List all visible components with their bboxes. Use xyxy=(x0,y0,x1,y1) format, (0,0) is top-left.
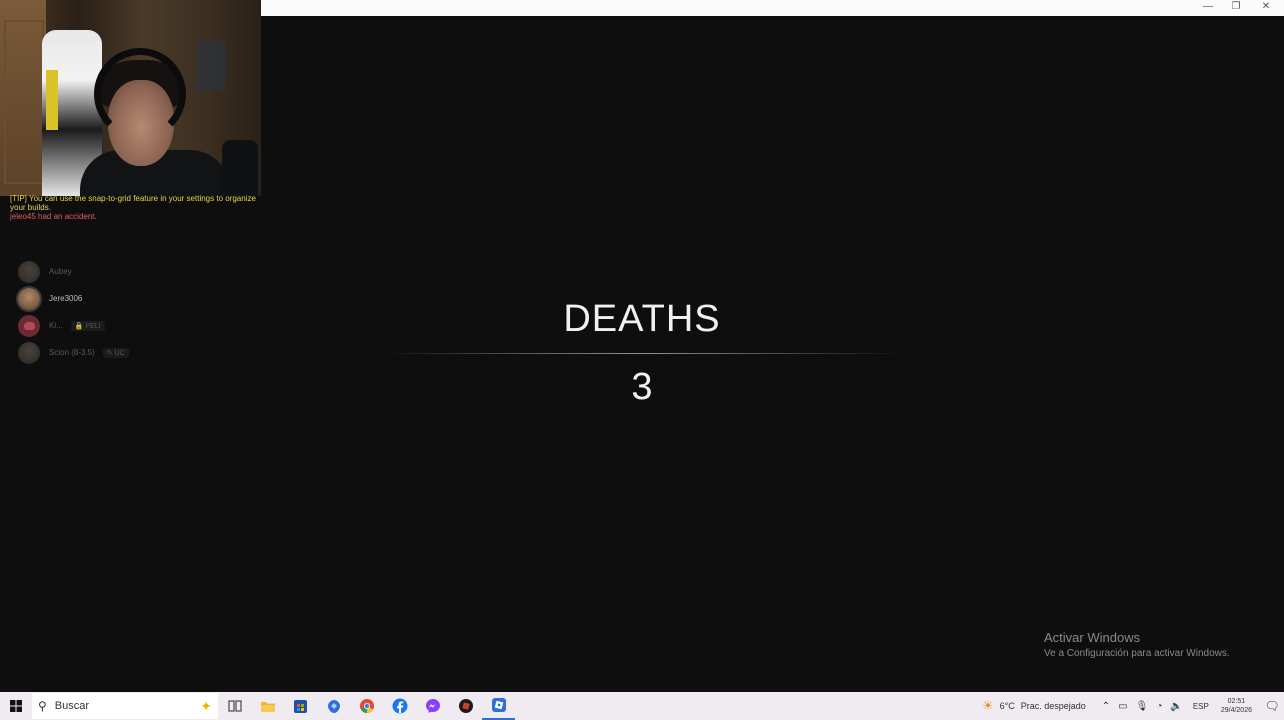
webcam-overlay xyxy=(0,0,261,196)
avatar xyxy=(18,341,40,364)
voice-member: Scion (8-3.5) ✎ UC xyxy=(18,339,129,366)
stat-value: 3 xyxy=(631,366,653,408)
task-view-icon[interactable] xyxy=(218,692,251,720)
voice-member-name: Ki... xyxy=(49,321,63,330)
voice-member-name: Aubey xyxy=(49,267,72,276)
battery-icon[interactable]: ▭ xyxy=(1118,701,1127,712)
discord-icon xyxy=(18,314,40,337)
roblox-studio-icon[interactable] xyxy=(449,692,482,720)
microphone-icon[interactable]: 🎙 xyxy=(1136,701,1149,712)
weather-widget[interactable]: ☀ 6°C Prac. despejado xyxy=(982,698,1086,714)
clock[interactable]: 02:51 29/4/2026 xyxy=(1221,697,1252,715)
copilot-icon[interactable] xyxy=(317,692,350,720)
voice-channel-overlay: Aubey Jere3006 Ki... 🔒 PELI Scion (8-3.5… xyxy=(18,258,129,366)
file-explorer-icon[interactable] xyxy=(251,692,284,720)
facebook-icon[interactable] xyxy=(383,692,416,720)
search-icon: ⚲ xyxy=(38,699,47,713)
chevron-up-icon[interactable]: ⌃ xyxy=(1102,701,1110,712)
language-indicator[interactable]: ESP xyxy=(1193,702,1209,711)
voice-member-name: Jere3006 xyxy=(49,294,83,303)
taskbar-search[interactable]: ⚲ Buscar ✦ xyxy=(32,693,218,719)
voice-member-name: Scion (8-3.5) xyxy=(49,348,95,357)
search-placeholder: Buscar xyxy=(54,700,90,712)
watermark-title: Activar Windows xyxy=(1044,630,1141,645)
stat-title: DEATHS xyxy=(563,298,721,340)
chrome-icon[interactable] xyxy=(350,692,383,720)
voice-member: Ki... 🔒 PELI xyxy=(18,312,129,339)
windows-logo-icon xyxy=(10,700,22,712)
avatar xyxy=(18,287,40,310)
minimize-button[interactable]: — xyxy=(1194,0,1222,14)
search-highlight-icon: ✦ xyxy=(200,697,212,714)
game-chat: [TIP] You can use the snap-to-grid featu… xyxy=(10,194,265,221)
watermark-subtitle: Ve a Configuración para activar Windows. xyxy=(1044,648,1230,659)
webcam-background-door xyxy=(0,0,48,196)
weather-icon: ☀ xyxy=(981,698,994,713)
volume-icon[interactable]: 🔈 xyxy=(1170,701,1182,712)
clock-time: 02:51 xyxy=(1227,698,1246,705)
stat-divider xyxy=(382,353,902,354)
weather-temp: 6°C xyxy=(999,701,1015,711)
webcam-headset xyxy=(94,48,186,140)
restore-button[interactable]: ❐ xyxy=(1222,0,1250,14)
chat-event-message: jeleo45 had an accident. xyxy=(10,212,97,221)
messenger-icon[interactable] xyxy=(416,692,449,720)
notification-icon[interactable]: 🗨 xyxy=(1260,699,1284,713)
system-tray: ☀ 6°C Prac. despejado ⌃ ▭ 🎙 ◔ 🔈 ESP 02:5… xyxy=(982,692,1284,720)
avatar xyxy=(18,260,40,283)
wifi-icon[interactable]: ◔ xyxy=(1156,701,1162,712)
taskbar: ⚲ Buscar ✦ ☀ 6°C Prac. despejado ⌃ ▭ 🎙 ◔ xyxy=(0,692,1284,720)
chat-tip-message: [TIP] You can use the snap-to-grid featu… xyxy=(10,194,256,212)
store-icon[interactable] xyxy=(284,692,317,720)
activate-windows-watermark: Activar Windows Ve a Configuración para … xyxy=(1044,630,1230,659)
voice-member: Jere3006 xyxy=(18,285,129,312)
voice-member-tag: 🔒 PELI xyxy=(70,320,105,331)
close-button[interactable]: ✕ xyxy=(1252,0,1280,14)
voice-member-tag: ✎ UC xyxy=(102,347,129,358)
roblox-icon[interactable] xyxy=(482,692,515,720)
clock-date: 29/4/2026 xyxy=(1220,707,1252,714)
voice-member: Aubey xyxy=(18,258,129,285)
weather-desc: Prac. despejado xyxy=(1020,701,1086,711)
start-button[interactable] xyxy=(0,692,32,720)
